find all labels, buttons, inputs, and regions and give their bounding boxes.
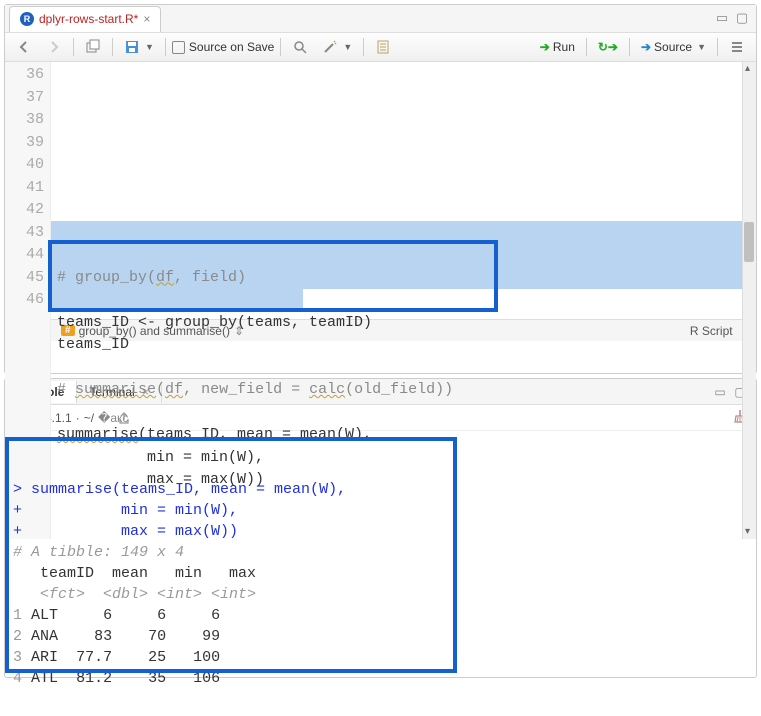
- tibble-header: # A tibble: 149 x 4: [13, 544, 184, 561]
- scroll-up-arrow[interactable]: ▴: [745, 63, 750, 75]
- run-label: Run: [553, 40, 575, 54]
- compile-report-button[interactable]: [370, 37, 396, 57]
- close-tab-icon[interactable]: ×: [143, 12, 150, 26]
- wand-icon: [322, 39, 338, 55]
- cell-team-0: ALT: [31, 607, 58, 624]
- cell-min-0: 6: [121, 607, 166, 624]
- cell-mean-3: 81.2: [67, 670, 112, 687]
- notebook-icon: [375, 39, 391, 55]
- cell-max-0: 6: [175, 607, 220, 624]
- forward-button[interactable]: [41, 37, 67, 57]
- arrow-left-icon: [16, 39, 32, 55]
- code-area[interactable]: # group_by(df, field) teams_ID <- group_…: [51, 62, 742, 539]
- cell-min-3: 35: [121, 670, 166, 687]
- popout-icon: [85, 39, 101, 55]
- code-line-42: # summarise(df, new_field = calc(old_fie…: [57, 381, 453, 398]
- save-button[interactable]: ▼: [119, 37, 159, 57]
- code-line-37: # group_by(df, field): [57, 269, 246, 286]
- console-cmd-2: min = min(W),: [31, 502, 238, 519]
- file-tab[interactable]: R dplyr-rows-start.R* ×: [9, 6, 161, 32]
- r-file-icon: R: [20, 12, 34, 26]
- cell-team-1: ANA: [31, 628, 58, 645]
- cell-team-3: ATL: [31, 670, 58, 687]
- cell-min-1: 70: [121, 628, 166, 645]
- rerun-arrow-icon: ↻➔: [598, 40, 618, 54]
- editor-toolbar: ▼ Source on Save ▼ ➔ Run ↻➔ ➔ Source ▼: [5, 33, 756, 62]
- code-tools-button[interactable]: ▼: [317, 37, 357, 57]
- cell-mean-0: 6: [67, 607, 112, 624]
- source-label: Source: [654, 40, 692, 54]
- show-in-new-window-button[interactable]: [80, 37, 106, 57]
- outline-icon: [729, 39, 745, 55]
- source-arrow-icon: ➔: [641, 40, 651, 54]
- back-button[interactable]: [11, 37, 37, 57]
- editor-tabbar: R dplyr-rows-start.R* × ▭ ▢: [5, 5, 756, 33]
- rerun-button[interactable]: ↻➔: [593, 38, 623, 56]
- maximize-pane-icon[interactable]: ▢: [734, 11, 750, 26]
- cell-mean-1: 83: [67, 628, 112, 645]
- minimize-pane-icon[interactable]: ▭: [714, 11, 730, 26]
- outline-button[interactable]: [724, 37, 750, 57]
- code-line-40: teams_ID: [57, 336, 129, 353]
- code-line-45: min = min(W),: [57, 449, 264, 466]
- arrow-right-icon: [46, 39, 62, 55]
- source-button[interactable]: ➔ Source ▼: [636, 38, 711, 56]
- run-arrow-icon: ➔: [540, 40, 550, 54]
- save-icon: [124, 39, 140, 55]
- source-on-save-checkbox[interactable]: [172, 41, 185, 54]
- cell-max-3: 106: [175, 670, 220, 687]
- cell-max-2: 100: [175, 649, 220, 666]
- tibble-colnames: teamID mean min max: [13, 565, 256, 582]
- code-line-44: summarise(teams_ID, mean = mean(W),: [57, 426, 372, 443]
- scroll-thumb[interactable]: [744, 222, 754, 262]
- code-editor[interactable]: 3637383940414243444546 # group_by(df, fi…: [5, 62, 756, 319]
- source-on-save-label: Source on Save: [189, 40, 274, 54]
- code-line-39: teams_ID <- group_by(teams, teamID): [57, 314, 372, 331]
- find-button[interactable]: [287, 37, 313, 57]
- code-line-46: max = max(W)): [57, 471, 264, 488]
- cell-min-2: 25: [121, 649, 166, 666]
- tibble-coltypes: <fct> <dbl> <int> <int>: [13, 586, 256, 603]
- editor-pane: R dplyr-rows-start.R* × ▭ ▢ ▼ Source on …: [4, 4, 757, 374]
- file-tab-label: dplyr-rows-start.R*: [39, 12, 138, 26]
- run-button[interactable]: ➔ Run: [535, 38, 580, 56]
- cell-max-1: 99: [175, 628, 220, 645]
- search-icon: [292, 39, 308, 55]
- console-cmd-3: max = max(W)): [31, 523, 238, 540]
- cell-team-2: ARI: [31, 649, 58, 666]
- cell-mean-2: 77.7: [67, 649, 112, 666]
